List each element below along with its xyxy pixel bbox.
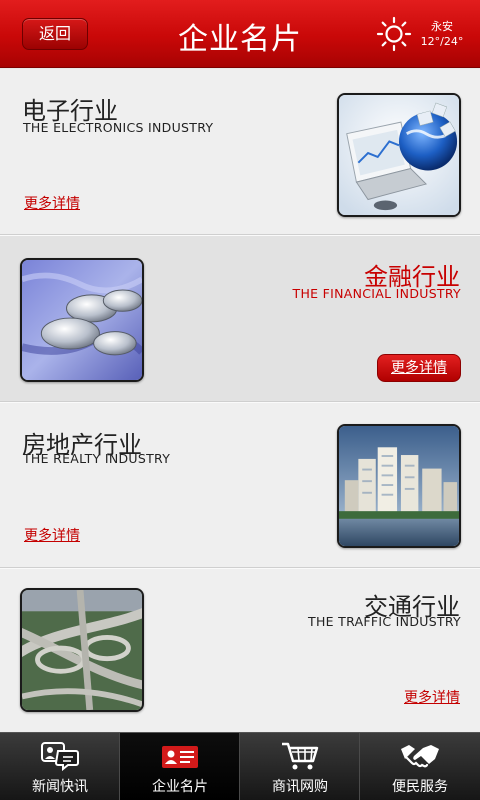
- more-details-link[interactable]: 更多详情: [24, 525, 80, 545]
- tab-news[interactable]: 新闻快讯: [0, 733, 120, 800]
- tab-services[interactable]: 便民服务: [360, 733, 480, 800]
- more-details-link[interactable]: 更多详情: [404, 687, 460, 707]
- tab-label: 商讯网购: [272, 779, 328, 795]
- industry-card-traffic[interactable]: 交通行业 THE TRAFFIC INDUSTRY 更多详情: [0, 569, 480, 732]
- more-details-button[interactable]: 更多详情: [377, 354, 461, 382]
- industry-card-electronics[interactable]: 电子行业 THE ELECTRONICS INDUSTRY 更多详情: [0, 69, 480, 234]
- tab-business-card[interactable]: 企业名片: [120, 733, 240, 800]
- electronics-photo[interactable]: [337, 93, 461, 217]
- bottom-tab-bar: 新闻快讯 企业名片 商讯网购 便民服务: [0, 732, 480, 800]
- business-card-icon: [162, 746, 198, 768]
- app-header: 返回 企业名片 永安 12°/24°: [0, 0, 480, 68]
- tab-shopping[interactable]: 商讯网购: [240, 733, 360, 800]
- industry-title-en: THE FINANCIAL INDUSTRY: [292, 286, 461, 301]
- news-chat-icon: [41, 742, 79, 771]
- handshake-icon: [401, 745, 439, 768]
- tab-label: 新闻快讯: [32, 779, 88, 795]
- tab-label: 企业名片: [152, 779, 208, 795]
- tab-label: 便民服务: [392, 779, 448, 795]
- industry-card-financial[interactable]: 金融行业 THE FINANCIAL INDUSTRY 更多详情: [0, 236, 480, 401]
- shopping-cart-icon: [282, 742, 319, 770]
- weather-city: 永安: [431, 20, 453, 33]
- industry-title-en: THE REALTY INDUSTRY: [23, 451, 171, 466]
- industry-title-en: THE TRAFFIC INDUSTRY: [308, 614, 461, 629]
- coins-photo[interactable]: [20, 258, 144, 382]
- industry-card-realty[interactable]: 房地产行业 THE REALTY INDUSTRY 更多详情: [0, 403, 480, 567]
- weather-temperature: 12°/24°: [420, 35, 464, 48]
- industry-title-en: THE ELECTRONICS INDUSTRY: [23, 120, 214, 135]
- buildings-photo[interactable]: [337, 424, 461, 548]
- more-details-link[interactable]: 更多详情: [24, 193, 80, 213]
- highway-photo[interactable]: [20, 588, 144, 712]
- sun-icon: [376, 16, 412, 52]
